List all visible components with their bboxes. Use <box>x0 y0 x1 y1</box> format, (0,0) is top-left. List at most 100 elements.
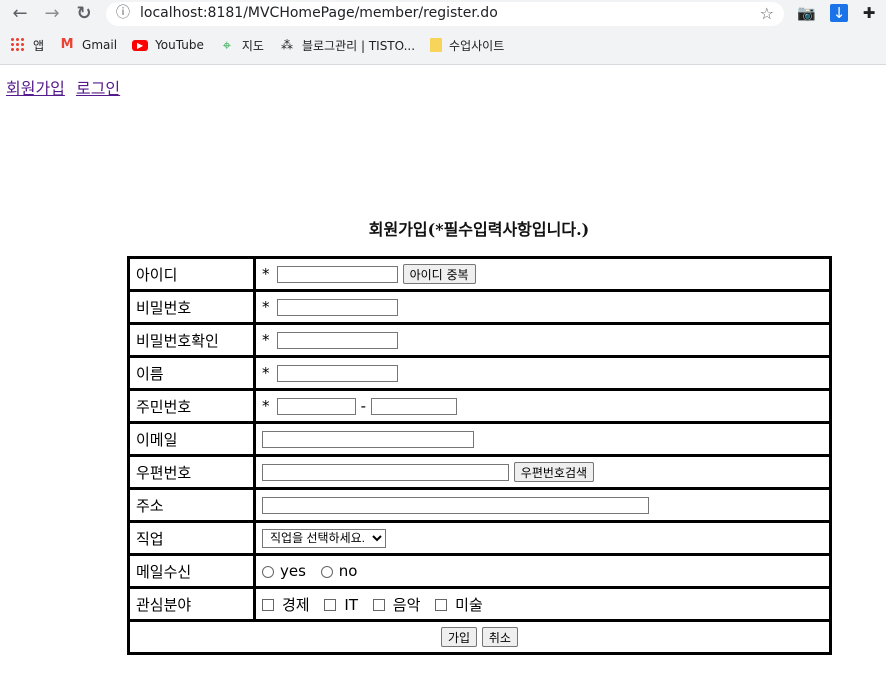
table-row: 주민번호 * - <box>127 388 832 424</box>
resident-number-separator: - <box>360 397 366 415</box>
resident-number-field-cell: * - <box>253 388 832 424</box>
resident-number-label: 주민번호 <box>127 388 256 424</box>
table-row: 우편번호 우편번호검색 <box>127 454 832 490</box>
bookmark-folder[interactable]: 수업사이트 <box>430 37 504 54</box>
required-mark: * <box>262 331 270 349</box>
password-confirm-field-cell: * <box>253 322 832 358</box>
postcode-input[interactable] <box>262 463 509 481</box>
maps-pin-icon: ⌖ <box>222 36 232 54</box>
password-label: 비밀번호 <box>127 289 256 325</box>
back-arrow-icon[interactable]: ← <box>9 4 31 24</box>
submit-button[interactable]: 가입 <box>441 627 478 647</box>
postcode-label: 우편번호 <box>127 454 256 490</box>
address-field-cell <box>253 487 832 523</box>
postcode-search-button[interactable]: 우편번호검색 <box>513 462 595 482</box>
browser-chrome: ← → ↻ ⓘ localhost:8181/MVCHomePage/membe… <box>0 0 886 65</box>
email-label: 이메일 <box>127 421 256 457</box>
id-check-button[interactable]: 아이디 중복 <box>402 264 476 284</box>
top-navigation: 회원가입 로그인 <box>6 75 126 99</box>
music-label: 음악 <box>392 595 421 614</box>
table-row: 이름 * <box>127 355 832 391</box>
form-actions: 가입 취소 <box>127 619 832 655</box>
resident-number-back-input[interactable] <box>370 398 457 415</box>
forward-arrow-icon[interactable]: → <box>41 4 63 24</box>
mail-no-radio[interactable] <box>320 565 333 578</box>
tistory-icon: ⁂ <box>280 38 293 52</box>
table-row: 아이디 * 아이디 중복 <box>127 256 832 292</box>
join-link[interactable]: 회원가입 <box>6 79 65 98</box>
table-row: 비밀번호확인 * <box>127 322 832 358</box>
bookmark-label: YouTube <box>155 38 204 52</box>
gmail-icon: M <box>60 37 74 52</box>
id-input[interactable] <box>276 265 398 283</box>
address-input[interactable] <box>262 497 649 514</box>
bookmark-youtube[interactable]: ▶ YouTube <box>132 38 204 52</box>
name-input[interactable] <box>276 365 398 382</box>
mail-yes-radio[interactable] <box>262 565 274 578</box>
interests-label: 관심분야 <box>127 586 256 622</box>
art-checkbox[interactable] <box>435 599 448 611</box>
music-checkbox[interactable] <box>372 599 385 611</box>
login-link[interactable]: 로그인 <box>76 79 120 98</box>
required-mark: * <box>262 264 270 283</box>
required-mark: * <box>262 397 270 415</box>
economy-label: 경제 <box>282 595 310 614</box>
extension-puzzle-icon[interactable]: ✚ <box>860 4 878 22</box>
economy-checkbox[interactable] <box>262 599 274 611</box>
registration-form: 아이디 * 아이디 중복 비밀번호 * 비밀번호확인 * 이름 * 주민번호 *… <box>127 256 832 655</box>
postcode-field-cell: 우편번호검색 <box>253 454 832 490</box>
cancel-button[interactable]: 취소 <box>481 627 518 647</box>
youtube-icon: ▶ <box>132 39 149 51</box>
art-label: 미술 <box>455 595 483 614</box>
bookmark-label: Gmail <box>82 38 118 52</box>
bookmark-apps[interactable]: 앱 <box>10 37 44 54</box>
bookmark-label: 지도 <box>241 38 264 53</box>
bookmark-label: 블로그관리 | TISTO... <box>301 38 416 53</box>
required-mark: * <box>262 364 270 382</box>
bookmark-star-icon[interactable]: ☆ <box>760 4 774 23</box>
table-row: 가입 취소 <box>127 619 832 655</box>
table-row: 이메일 <box>127 421 832 457</box>
page-title: 회원가입(*필수입력사항입니다.) <box>368 220 590 239</box>
bookmark-maps[interactable]: ⌖ 지도 <box>219 37 264 54</box>
download-icon[interactable]: ↓ <box>830 4 848 22</box>
job-field-cell: 직업을 선택하세요. <box>253 520 832 556</box>
camera-icon[interactable]: 📷 <box>797 4 816 22</box>
password-confirm-label: 비밀번호확인 <box>127 322 256 358</box>
apps-grid-icon <box>10 37 26 53</box>
bookmarks-bar: 앱 M Gmail ▶ YouTube ⌖ 지도 ⁂ 블로그관리 | TISTO... … <box>10 36 519 54</box>
email-field-cell <box>253 421 832 457</box>
bookmark-label: 앱 <box>33 38 45 53</box>
url-text: localhost:8181/MVCHomePage/member/regist… <box>140 5 498 21</box>
resident-number-front-input[interactable] <box>276 398 356 415</box>
mail-receive-label: 메일수신 <box>127 553 256 589</box>
it-checkbox[interactable] <box>324 599 337 611</box>
table-row: 주소 <box>127 487 832 523</box>
bookmark-label: 수업사이트 <box>449 38 505 53</box>
bookmark-tistory[interactable]: ⁂ 블로그관리 | TISTO... <box>279 37 415 54</box>
it-label: IT <box>344 595 358 614</box>
interests-field-cell: 경제 IT 음악 미술 <box>253 586 832 622</box>
required-mark: * <box>262 298 270 316</box>
page-content: 회원가입 로그인 회원가입(*필수입력사항입니다.) 아이디 * 아이디 중복 … <box>0 64 886 680</box>
table-row: 직업 직업을 선택하세요. <box>127 520 832 556</box>
id-field-cell: * 아이디 중복 <box>253 256 832 292</box>
password-input[interactable] <box>276 299 398 316</box>
table-row: 비밀번호 * <box>127 289 832 325</box>
name-label: 이름 <box>127 355 256 391</box>
name-field-cell: * <box>253 355 832 391</box>
bookmark-gmail[interactable]: M Gmail <box>59 37 117 53</box>
folder-icon <box>430 38 443 52</box>
job-label: 직업 <box>127 520 256 556</box>
table-row: 메일수신 yes no <box>127 553 832 589</box>
password-field-cell: * <box>253 289 832 325</box>
mail-yes-label: yes <box>280 562 306 580</box>
address-bar[interactable]: ⓘ localhost:8181/MVCHomePage/member/regi… <box>106 2 784 26</box>
table-row: 관심분야 경제 IT 음악 미술 <box>127 586 832 622</box>
reload-icon[interactable]: ↻ <box>73 4 95 24</box>
job-select[interactable]: 직업을 선택하세요. <box>262 528 386 548</box>
email-input[interactable] <box>262 431 474 448</box>
password-confirm-input[interactable] <box>276 332 398 349</box>
info-icon[interactable]: ⓘ <box>114 4 132 22</box>
address-label: 주소 <box>127 487 256 523</box>
